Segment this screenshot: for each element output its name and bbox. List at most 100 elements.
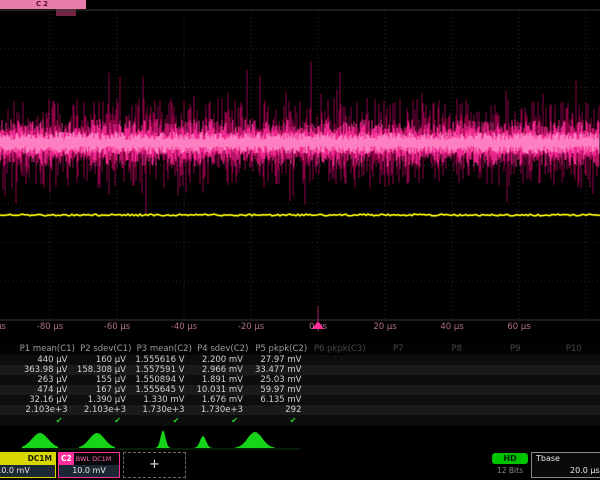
timebase-label: Tbase [532,453,600,465]
measure-value-cell [428,385,487,395]
measure-value-cell [428,365,487,375]
measure-value-cell: 1.730e+3 [135,405,194,415]
time-axis-label: 40 µs [440,322,463,332]
c1-volts-per-div: 10.0 mV [0,465,55,477]
histicon[interactable] [188,436,218,448]
measure-value-cell [428,405,487,415]
measure-value-cell [486,365,545,375]
measure-value-cell [545,355,600,365]
measure-value-cell [545,365,600,375]
measure-column-header[interactable]: P7 [369,344,428,355]
measure-value-cell [369,395,428,405]
measure-value-cell: 363.98 µV [18,365,77,375]
measure-value-cell [486,375,545,385]
timebase-descriptor[interactable]: Tbase 20.0 µs [531,452,600,478]
measure-status-checkmark-icon [486,415,545,426]
measure-status-checkmark-icon [369,415,428,426]
measure-value-cell: 155 µV [77,375,136,385]
measure-value-cell [369,405,428,415]
oscilloscope-screen: C2 -100 µs-80 µs-60 µs-40 µs-20 µs0 µs20… [0,0,600,480]
measure-status-checkmark-icon: ✔ [18,415,77,426]
measure-value-cell [369,365,428,375]
measure-status-checkmark-icon [545,415,600,426]
measure-value-cell: 25.03 mV [252,375,311,385]
measure-column-header[interactable]: P9 [486,344,545,355]
measure-value-cell: 474 µV [18,385,77,395]
measure-column-header[interactable]: P3 mean(C2) [135,344,194,355]
trace-label-tail [56,9,76,16]
measure-value-cell: 2.200 mV [194,355,253,365]
measure-value-cell: 2.103e+3 [18,405,77,415]
histicon[interactable] [235,432,275,448]
measure-column-header[interactable]: P8 [428,344,487,355]
measure-value-cell: 167 µV [77,385,136,395]
measure-value-cell [311,405,370,415]
measure-value-cell: 292 [252,405,311,415]
c2-noise-trace [0,61,599,213]
measure-column-header[interactable]: P2 sdev(C1) [77,344,136,355]
channel-c1-descriptor[interactable]: DC1M 10.0 mV [0,452,56,478]
add-trace-button[interactable]: + [123,452,186,478]
measure-value-cell [486,355,545,365]
measure-value-cell [311,395,370,405]
measure-status-checkmark-icon: ✔ [194,415,253,426]
measure-value-cell [545,385,600,395]
measure-value-cell [311,365,370,375]
measure-value-cell: 32.16 µV [18,395,77,405]
measure-value-cell [486,385,545,395]
time-axis-label: 20 µs [373,322,396,332]
time-axis-label: 0 µs [309,322,327,332]
measure-value-cell: 1.555645 V [135,385,194,395]
measure-value-cell: 1.555616 V [135,355,194,365]
measure-value-cell: 1.891 mV [194,375,253,385]
time-axis-label: -100 µs [0,322,6,332]
measure-value-cell: 158.308 µV [77,365,136,375]
measure-value-cell [545,395,600,405]
measure-column-header[interactable]: P1 mean(C1) [18,344,77,355]
c1-coupling-label: DC1M [0,453,55,465]
waveform-grid [0,0,600,340]
measure-value-cell [428,395,487,405]
measure-column-header[interactable]: P10 [545,344,600,355]
channel-c2-descriptor[interactable]: C2 BWL DC1M 10.0 mV [58,452,120,478]
measure-value-cell: 1.557591 V [135,365,194,375]
histicon[interactable] [22,433,58,448]
measure-value-cell: 59.97 mV [252,385,311,395]
measurement-table: P1 mean(C1)P2 sdev(C1)P3 mean(C2)P4 sdev… [0,344,600,426]
measure-value-cell [486,405,545,415]
measure-value-cell [486,395,545,405]
timebase-per-div: 20.0 µs [532,465,600,477]
hd-mode-badge[interactable]: HD [492,453,528,464]
measure-value-cell [311,385,370,395]
measure-value-cell: 1.330 mV [135,395,194,405]
measure-column-header[interactable]: P6 pkpk(C3) [311,344,370,355]
measure-value-cell [311,375,370,385]
measure-column-header[interactable]: P4 sdev(C2) [194,344,253,355]
measure-status-checkmark-icon [428,415,487,426]
measure-value-cell [369,355,428,365]
measure-status-checkmark-icon: ✔ [77,415,136,426]
measure-value-cell: 6.135 mV [252,395,311,405]
time-axis-label: -80 µs [37,322,63,332]
c2-channel-tag: C2 [59,453,74,465]
c1-trace [0,214,600,216]
histicon[interactable] [146,430,180,448]
time-axis: -100 µs-80 µs-60 µs-40 µs-20 µs0 µs20 µs… [0,321,600,335]
measure-value-cell [545,405,600,415]
measure-value-cell: 263 µV [18,375,77,385]
time-axis-label: -20 µs [238,322,264,332]
measure-value-cell: 2.103e+3 [77,405,136,415]
c2-volts-per-div: 10.0 mV [59,465,119,477]
measure-status-checkmark-icon: ✔ [252,415,311,426]
c1-trace-glow [0,214,600,216]
histicon[interactable] [79,433,115,448]
measure-column-header[interactable]: P5 pkpk(C2) [252,344,311,355]
measure-value-cell: 27.97 mV [252,355,311,365]
trace-label-badge[interactable]: C2 [0,0,86,9]
measure-value-cell: 1.730e+3 [194,405,253,415]
measurement-histicons[interactable] [0,428,600,451]
measure-value-cell: 33.477 mV [252,365,311,375]
measure-value-cell [428,375,487,385]
measure-value-cell [369,375,428,385]
time-axis-label: 60 µs [507,322,530,332]
